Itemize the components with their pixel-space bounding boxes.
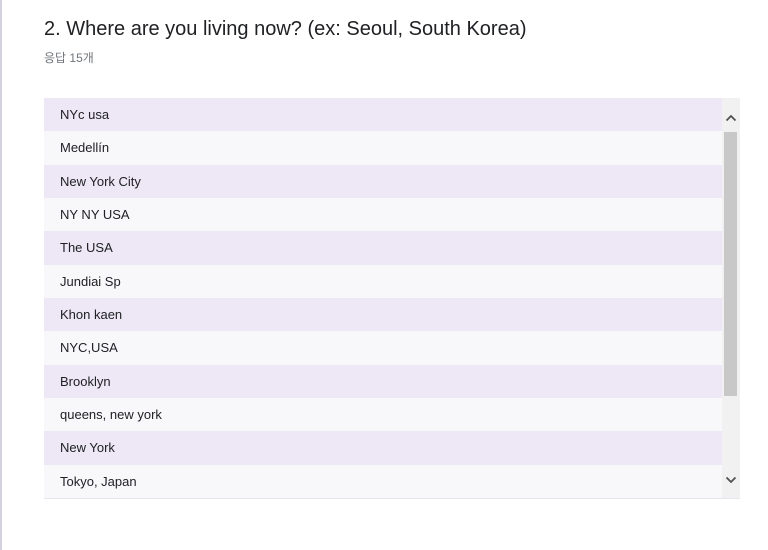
response-list: NYc usa Medellín New York City NY NY USA…	[44, 98, 722, 498]
response-count: 응답 15개	[44, 51, 94, 65]
response-list-box[interactable]: NYc usa Medellín New York City NY NY USA…	[44, 98, 740, 499]
list-item: New York	[44, 431, 722, 465]
chevron-up-icon	[725, 114, 737, 122]
list-item: Khon kaen	[44, 297, 722, 332]
chevron-down-icon	[725, 476, 737, 484]
list-item: NYC,USA	[44, 331, 722, 365]
list-item: NY NY USA	[44, 197, 722, 232]
list-item: Tokyo, Japan	[44, 464, 722, 498]
list-item: Jundiai Sp	[44, 264, 722, 298]
scroll-down-button[interactable]	[722, 470, 740, 490]
list-item: The USA	[44, 231, 722, 265]
list-item: Medellín	[44, 131, 722, 165]
question-title: 2. Where are you living now? (ex: Seoul,…	[44, 18, 527, 40]
list-item: Brooklyn	[44, 364, 722, 398]
list-item: New York City	[44, 164, 722, 198]
list-item: queens, new york	[44, 397, 722, 432]
vertical-scrollbar[interactable]	[722, 98, 740, 498]
scroll-thumb[interactable]	[724, 132, 737, 396]
list-item: NYc usa	[44, 98, 722, 132]
left-border	[0, 0, 2, 550]
scroll-up-button[interactable]	[722, 108, 740, 128]
